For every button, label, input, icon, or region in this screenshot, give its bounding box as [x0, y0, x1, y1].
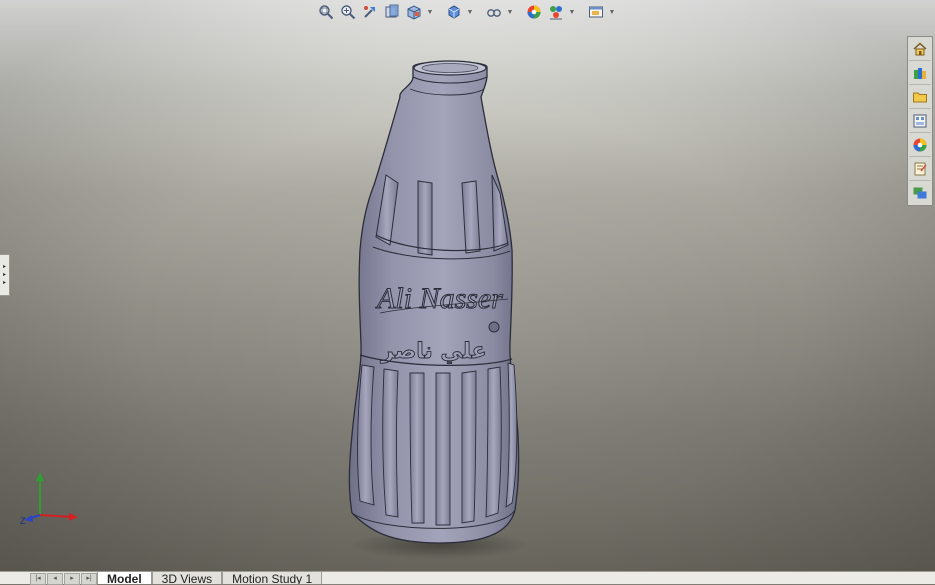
- x-axis-line: [39, 514, 73, 518]
- heads-up-toolbar: ▼ ▼ ▼ ▼ ▼: [316, 2, 616, 22]
- apply-scene-icon[interactable]: [546, 3, 566, 21]
- solidworks-resources-icon[interactable]: [909, 38, 931, 61]
- forum-icon[interactable]: [909, 182, 931, 204]
- hide-show-items-icon[interactable]: [484, 3, 504, 21]
- view-orientation-dropdown-icon[interactable]: ▼: [426, 3, 434, 21]
- view-settings-icon[interactable]: [586, 3, 606, 21]
- custom-properties-icon[interactable]: [909, 158, 931, 181]
- document-tabs: Model 3D Views Motion Study 1: [97, 572, 323, 584]
- previous-view-icon[interactable]: [360, 3, 380, 21]
- x-axis-arrow-icon: [69, 513, 78, 521]
- task-pane-tabs: [907, 36, 933, 206]
- expand-arrow-icon: ▸: [2, 264, 6, 270]
- engraving-latin: Ali Nasser: [375, 282, 503, 315]
- view-palette-icon[interactable]: [909, 110, 931, 133]
- zoom-to-area-icon[interactable]: [338, 3, 358, 21]
- view-settings-dropdown-icon[interactable]: ▼: [608, 3, 616, 21]
- view-orientation-icon[interactable]: [404, 3, 424, 21]
- section-view-icon[interactable]: [382, 3, 402, 21]
- reference-triad: Z: [20, 472, 78, 526]
- file-explorer-icon[interactable]: [909, 86, 931, 109]
- expand-arrow-icon: ▸: [2, 280, 6, 286]
- y-axis-arrow-icon: [36, 472, 44, 481]
- registered-mark: [488, 321, 500, 333]
- edit-appearance-icon[interactable]: [524, 3, 544, 21]
- display-style-dropdown-icon[interactable]: ▼: [466, 3, 474, 21]
- next-tab-icon[interactable]: ▸: [64, 573, 80, 585]
- bottom-tab-bar: |◂ ◂ ▸ ▸| Model 3D Views Motion Study 1: [0, 571, 935, 585]
- first-tab-icon[interactable]: |◂: [30, 573, 46, 585]
- tab-model[interactable]: Model: [97, 572, 152, 584]
- engraving-arabic: علي ناصر: [380, 339, 486, 364]
- appearances-scenes-icon[interactable]: [909, 134, 931, 157]
- tab-motion-study-1[interactable]: Motion Study 1: [222, 572, 323, 584]
- bottle-model[interactable]: Ali Nasser علي ناصر: [340, 55, 540, 560]
- last-tab-icon[interactable]: ▸|: [81, 573, 97, 585]
- expand-arrow-icon: ▸: [2, 272, 6, 278]
- feature-manager-toggle[interactable]: ▸ ▸ ▸: [0, 254, 10, 296]
- design-library-icon[interactable]: [909, 62, 931, 85]
- bottle-opening-inner: [421, 63, 479, 73]
- z-axis-label: Z: [20, 516, 26, 526]
- display-style-icon[interactable]: [444, 3, 464, 21]
- previous-tab-icon[interactable]: ◂: [47, 573, 63, 585]
- graphics-area[interactable]: ▼ ▼ ▼ ▼ ▼ ▸ ▸ ▸ Ali Nasser علي ناصر Z: [0, 0, 935, 571]
- tab-3d-views[interactable]: 3D Views: [151, 572, 223, 584]
- tab-scroll-arrows: |◂ ◂ ▸ ▸|: [30, 573, 97, 585]
- apply-scene-dropdown-icon[interactable]: ▼: [568, 3, 576, 21]
- zoom-to-fit-icon[interactable]: [316, 3, 336, 21]
- hide-show-dropdown-icon[interactable]: ▼: [506, 3, 514, 21]
